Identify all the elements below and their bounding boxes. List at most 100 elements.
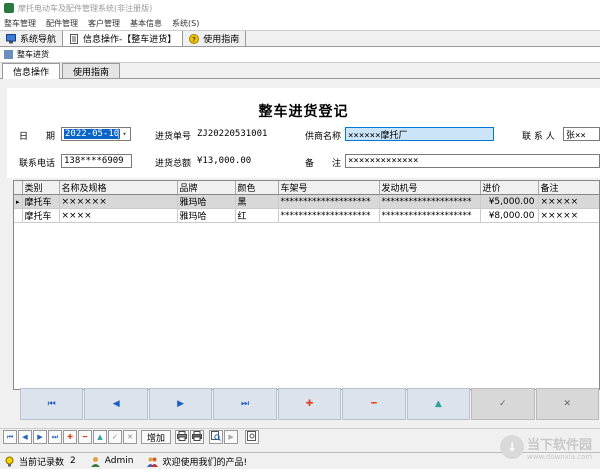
table-row[interactable]: 摩托车 ×××× 雅玛哈 红 ******************** ****… xyxy=(14,208,599,223)
remark-label: 备 注 xyxy=(305,159,342,169)
computer-icon xyxy=(6,33,16,44)
navigation-tabs: 系统导航 信息操作-【整车进货】 ? 使用指南 xyxy=(0,30,600,47)
tab-user-guide[interactable]: ? 使用指南 xyxy=(183,31,247,46)
tab-label: 使用指南 xyxy=(203,35,240,45)
post-small-button[interactable]: ✓ xyxy=(108,430,122,444)
table-cell[interactable]: ××××× xyxy=(538,208,599,223)
subwindow-title: 整车进货 xyxy=(17,50,49,59)
insert-small-button[interactable]: ✚ xyxy=(63,430,77,444)
prev-small-button[interactable]: ◀ xyxy=(18,430,32,444)
edit-small-button[interactable]: ▲ xyxy=(93,430,107,444)
print-preview-button[interactable] xyxy=(190,430,205,444)
next-small-button[interactable]: ▶ xyxy=(33,430,47,444)
table-cell[interactable]: ××××× xyxy=(538,194,599,209)
download-logo-icon: ↓ xyxy=(500,435,524,459)
menu-parts[interactable]: 配件管理 xyxy=(46,18,78,29)
export-button[interactable] xyxy=(245,430,260,444)
delete-record-button[interactable]: ━ xyxy=(342,388,406,420)
tab-info-operation[interactable]: 信息操作 xyxy=(2,63,61,79)
record-count-value: 2 xyxy=(70,456,76,466)
insert-record-button[interactable]: ✚ xyxy=(277,388,342,420)
column-header[interactable]: 名称及规格 xyxy=(59,181,178,195)
table-cell[interactable]: 摩托车 xyxy=(22,208,60,223)
phone-label: 联系电话 xyxy=(19,159,56,169)
form-title: 整车进货登记 xyxy=(258,104,349,120)
last-small-button[interactable]: ⏭ xyxy=(48,430,62,444)
first-record-button[interactable]: ⏮ xyxy=(20,388,84,420)
table-header-row: 类别 名称及规格 品牌 颜色 车架号 发动机号 进价 备注 xyxy=(14,181,599,195)
table-cell[interactable]: ******************** xyxy=(379,208,481,223)
date-dropdown-icon[interactable]: ▾ xyxy=(118,128,130,140)
export-icon xyxy=(247,431,257,443)
next-record-button[interactable]: ▶ xyxy=(148,388,213,420)
date-label: 日 期 xyxy=(19,132,56,142)
inner-tabs: 信息操作 使用指南 xyxy=(0,63,600,79)
table-cell[interactable]: ******************** xyxy=(379,194,481,209)
column-header[interactable]: 进价 xyxy=(480,181,539,195)
table-cell[interactable]: ¥8,000.00 xyxy=(480,208,539,223)
table-cell[interactable]: ×××× xyxy=(59,208,178,223)
previous-icon: ◀ xyxy=(22,433,28,441)
table-cell[interactable]: ******************** xyxy=(278,208,380,223)
welcome-message: 欢迎使用我们的产品! xyxy=(162,457,248,468)
tab-inner-guide[interactable]: 使用指南 xyxy=(62,63,121,78)
tab-label: 系统导航 xyxy=(20,35,57,45)
print-button[interactable] xyxy=(175,430,190,444)
cancel-small-button[interactable]: ✕ xyxy=(123,430,137,444)
table-cell[interactable]: ×××××× xyxy=(59,194,178,209)
first-small-button[interactable]: ⏮ xyxy=(3,430,17,444)
table-cell[interactable]: ¥5,000.00 xyxy=(480,194,539,209)
table-cell[interactable]: 摩托车 xyxy=(22,194,60,209)
supplier-field[interactable]: ××××××摩托厂 xyxy=(345,127,494,141)
date-field[interactable]: 2022-05-10 ▾ xyxy=(61,127,131,141)
table-cell[interactable]: 红 xyxy=(235,208,279,223)
order-no-label: 进货单号 xyxy=(155,132,192,142)
add-button[interactable]: 增加 xyxy=(141,430,172,444)
table-cell[interactable]: 雅玛哈 xyxy=(177,194,236,209)
record-count-section: 当前记录数 2 xyxy=(4,455,76,468)
phone-field[interactable]: 138****6909 xyxy=(61,154,132,168)
first-icon: ⏮ xyxy=(47,399,56,409)
table-cell[interactable]: 黑 xyxy=(235,194,279,209)
query-button[interactable] xyxy=(209,430,224,444)
supplier-label: 供商名称 xyxy=(305,132,342,142)
menu-system[interactable]: 系统(S) xyxy=(172,18,199,29)
column-header[interactable]: 颜色 xyxy=(235,181,279,195)
printer-icon xyxy=(192,431,203,443)
title-bar: 摩托电动车及配件管理系统(非注册版) xyxy=(0,0,600,16)
column-header[interactable]: 品牌 xyxy=(177,181,236,195)
edit-record-button[interactable]: ▲ xyxy=(406,388,471,420)
order-no-value: ZJ20220531001 xyxy=(197,129,268,139)
previous-record-button[interactable]: ◀ xyxy=(84,388,148,420)
plus-icon: ✚ xyxy=(67,433,73,441)
tab-system-nav[interactable]: 系统导航 xyxy=(0,31,64,46)
play-button[interactable]: ▶ xyxy=(224,430,239,444)
app-icon xyxy=(4,3,14,13)
menu-customer[interactable]: 客户管理 xyxy=(88,18,120,29)
contact-field[interactable]: 张×× xyxy=(563,127,600,141)
column-header[interactable]: 发动机号 xyxy=(379,181,481,195)
help-icon: ? xyxy=(189,33,200,44)
row-indicator xyxy=(14,208,23,223)
record-navigation-panel: ⏮ ◀ ▶ ⏭ ✚ ━ ▲ ✓ ✕ xyxy=(20,388,600,420)
table-row[interactable]: ▸ 摩托车 ×××××× 雅玛哈 黑 ******************** … xyxy=(14,194,599,209)
search-icon xyxy=(211,431,221,443)
tab-vehicle-purchase[interactable]: 信息操作-【整车进货】 xyxy=(63,31,184,46)
delete-small-button[interactable]: ━ xyxy=(78,430,92,444)
users-icon xyxy=(147,456,159,467)
column-header[interactable]: 车架号 xyxy=(278,181,380,195)
post-record-button[interactable]: ✓ xyxy=(471,388,535,420)
next-icon: ▶ xyxy=(37,433,43,441)
column-header[interactable]: 类别 xyxy=(22,181,60,195)
cancel-record-button[interactable]: ✕ xyxy=(535,388,599,420)
menu-vehicle[interactable]: 整车管理 xyxy=(4,18,36,29)
remark-field[interactable]: ××××××××××××× xyxy=(345,154,600,168)
window-title: 摩托电动车及配件管理系统(非注册版) xyxy=(18,3,153,13)
triangle-up-icon: ▲ xyxy=(434,399,442,409)
watermark-url: www.downxia.com xyxy=(527,452,593,461)
column-header[interactable]: 备注 xyxy=(538,181,599,195)
last-record-button[interactable]: ⏭ xyxy=(213,388,277,420)
table-cell[interactable]: ******************** xyxy=(278,194,380,209)
table-cell[interactable]: 雅玛哈 xyxy=(177,208,236,223)
menu-basic-info[interactable]: 基本信息 xyxy=(130,18,162,29)
